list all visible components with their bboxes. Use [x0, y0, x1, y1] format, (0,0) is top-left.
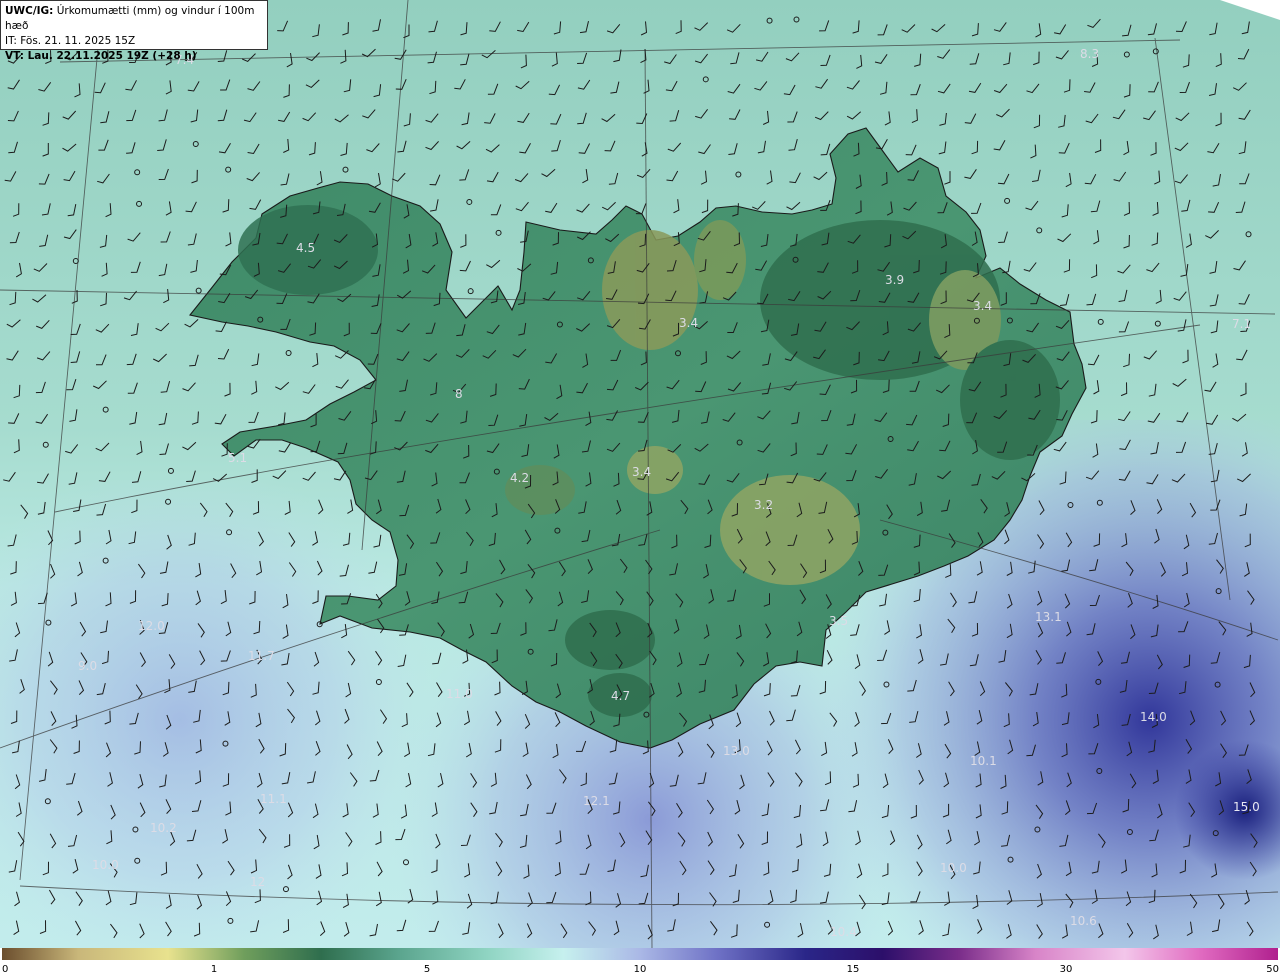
- colorbar-tick: 5: [423, 964, 431, 975]
- value-label: 10.1: [970, 754, 997, 768]
- colorbar-tick: 30: [1059, 964, 1073, 975]
- value-label: 9.0: [78, 659, 97, 673]
- value-label: 8: [455, 387, 463, 401]
- colorbar-tick: 1: [210, 964, 218, 975]
- precip-max-core: [1160, 730, 1280, 890]
- value-label: 10.6: [1070, 914, 1097, 928]
- colorbar: 0 1 5 10 15 30 50: [0, 948, 1280, 978]
- colorbar-tick: 15: [846, 964, 860, 975]
- colorbar-tick: 10: [633, 964, 647, 975]
- product-code: UWC/IG:: [5, 5, 54, 17]
- value-label: 10.0: [92, 858, 119, 872]
- value-label: 11.7: [248, 649, 275, 663]
- value-label: 13.1: [1035, 610, 1062, 624]
- value-label: 10.0: [940, 861, 967, 875]
- value-label: 4.5: [296, 241, 315, 255]
- precipitation-wind-map: 7.4 8.3 4.5 3.4 3.9 3.4 7.1 8 5.1 4.2 3.…: [0, 0, 1280, 948]
- value-label: 10.2: [150, 821, 177, 835]
- value-label: 8.3: [1080, 47, 1099, 61]
- colorbar-tick: 50: [1266, 964, 1279, 975]
- value-label: 12.0: [138, 619, 165, 633]
- init-time: IT: Fös. 21. 11. 2025 15Z: [5, 35, 136, 47]
- value-label: 7.1: [1232, 317, 1251, 331]
- value-label: 4.2: [510, 471, 529, 485]
- colorbar-strip: [2, 948, 1278, 960]
- colorbar-tick: 0: [2, 964, 9, 975]
- value-label: 15.0: [1233, 800, 1260, 814]
- value-label: 11.1: [260, 792, 287, 806]
- value-label: 3.4: [679, 316, 698, 330]
- valid-time: VT: Lau. 22.11.2025 19Z (+28 h): [5, 50, 197, 62]
- value-label: 11.0: [446, 687, 473, 701]
- value-label: 4.7: [611, 689, 630, 703]
- value-label: 12: [250, 875, 265, 889]
- value-label: 3.2: [754, 498, 773, 512]
- value-label: 5.1: [228, 451, 247, 465]
- value-label: 3.4: [632, 465, 651, 479]
- value-label: 14.0: [1140, 710, 1167, 724]
- value-label: 10.4: [830, 925, 857, 939]
- value-label: 3.5: [829, 614, 848, 628]
- map-header: UWC/IG: Úrkomumætti (mm) og vindur í 100…: [0, 0, 268, 62]
- product-title: UWC/IG: Úrkomumætti (mm) og vindur í 100…: [5, 4, 263, 34]
- value-label: 3.9: [885, 273, 904, 287]
- value-label: 12.1: [583, 794, 610, 808]
- value-label: 3.4: [973, 299, 992, 313]
- value-label: 13.0: [723, 744, 750, 758]
